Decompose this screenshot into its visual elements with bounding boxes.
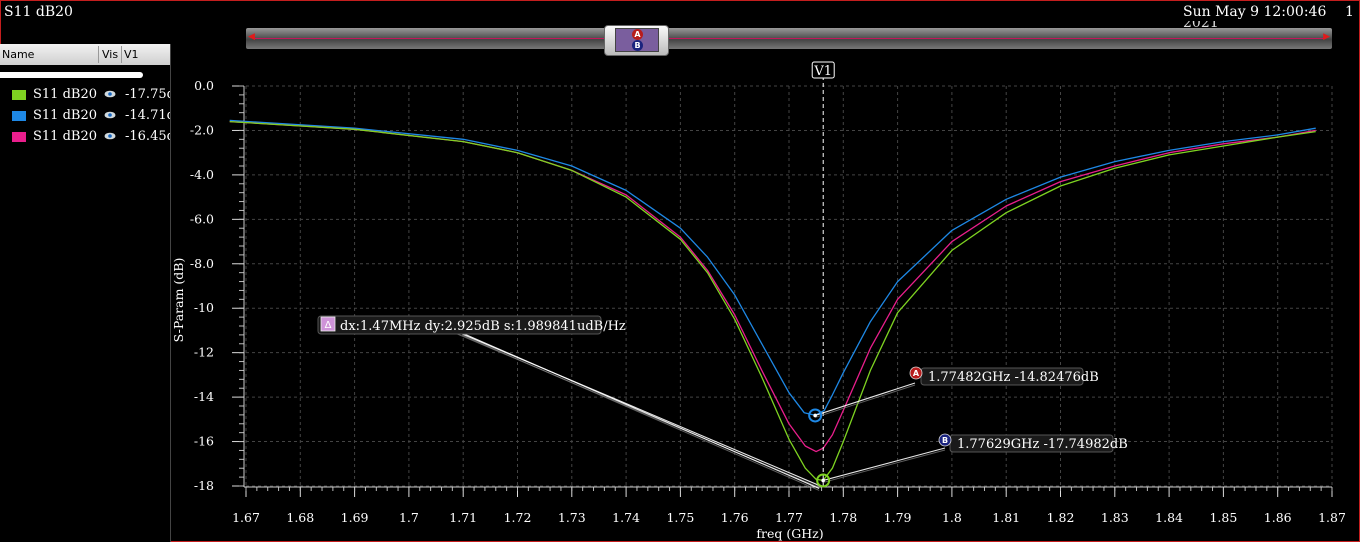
- vertical-marker-label: V1: [813, 64, 832, 79]
- delta-label-text: dx:1.47MHz dy:2.925dB s:1.989841udB/Hz: [340, 319, 626, 334]
- marker-a-label-text: 1.77482GHz -14.82476dB: [928, 370, 1099, 385]
- x-tick-label: 1.82: [1047, 510, 1075, 525]
- y-tick-label: -2.0: [190, 122, 214, 137]
- marker-leader-line: [461, 332, 820, 489]
- x-tick-label: 1.69: [341, 510, 369, 525]
- x-tick-label: 1.77: [775, 510, 803, 525]
- axes: 1.67 1.68 1.69 1.7 1.71 1.72 1.73 1.74 1.75 1.76 1…: [190, 78, 1346, 525]
- overlay: V1 A 1.77482GHz -14.82476dB B 1.77629GHz -17…: [317, 61, 1128, 491]
- x-tick-label: 1.74: [612, 510, 640, 525]
- x-tick-label: 1.87: [1318, 510, 1346, 525]
- sparam-chart[interactable]: 1.67 1.68 1.69 1.7 1.71 1.72 1.73 1.74 1.75 1.76 1…: [0, 0, 1360, 542]
- x-tick-label: 1.76: [721, 510, 749, 525]
- x-tick-label: 1.73: [558, 510, 586, 525]
- x-tick-label: 1.75: [666, 510, 694, 525]
- marker-leader-shadow: [823, 449, 946, 483]
- y-tick-label: -10: [194, 300, 214, 315]
- x-tick-label: 1.71: [449, 510, 477, 525]
- trace-line-0[interactable]: [229, 119, 1316, 416]
- y-tick-label: -14: [194, 389, 214, 404]
- y-tick-label: -18: [194, 478, 214, 493]
- y-tick-label: -8.0: [190, 256, 214, 271]
- marker-leader-line: [823, 447, 946, 481]
- y-tick-label: 0.0: [194, 78, 214, 93]
- x-tick-label: 1.79: [884, 510, 912, 525]
- delta-symbol: Δ: [325, 320, 332, 331]
- y-tick-label: -12: [194, 345, 214, 360]
- y-axis-label: S-Param (dB): [171, 258, 186, 343]
- x-tick-label: 1.72: [504, 510, 532, 525]
- x-tick-label: 1.85: [1209, 510, 1237, 525]
- x-tick-label: 1.83: [1101, 510, 1129, 525]
- marker-b-label-text: 1.77629GHz -17.74982dB: [957, 437, 1128, 452]
- y-tick-label: -4.0: [190, 167, 214, 182]
- marker-b-point-center: [821, 478, 825, 483]
- marker-a-label-badge-letter: A: [913, 369, 920, 378]
- x-tick-label: 1.7: [399, 510, 419, 525]
- trace-line-2[interactable]: [229, 120, 1316, 482]
- x-tick-label: 1.8: [942, 510, 962, 525]
- x-axis-label: freq (GHz): [756, 526, 823, 541]
- marker-b-label-badge-letter: B: [942, 436, 948, 445]
- x-tick-label: 1.86: [1264, 510, 1292, 525]
- x-tick-label: 1.67: [232, 510, 260, 525]
- x-tick-label: 1.84: [1155, 510, 1183, 525]
- marker-a-point-center: [813, 413, 817, 418]
- grid: [245, 85, 1333, 487]
- x-tick-label: 1.68: [286, 510, 314, 525]
- marker-leader-shadow: [461, 334, 820, 491]
- marker-leader-shadow: [815, 384, 916, 418]
- y-tick-label: -16: [194, 434, 214, 449]
- x-tick-label: 1.81: [992, 510, 1020, 525]
- y-tick-label: -6.0: [190, 211, 214, 226]
- x-tick-label: 1.78: [829, 510, 857, 525]
